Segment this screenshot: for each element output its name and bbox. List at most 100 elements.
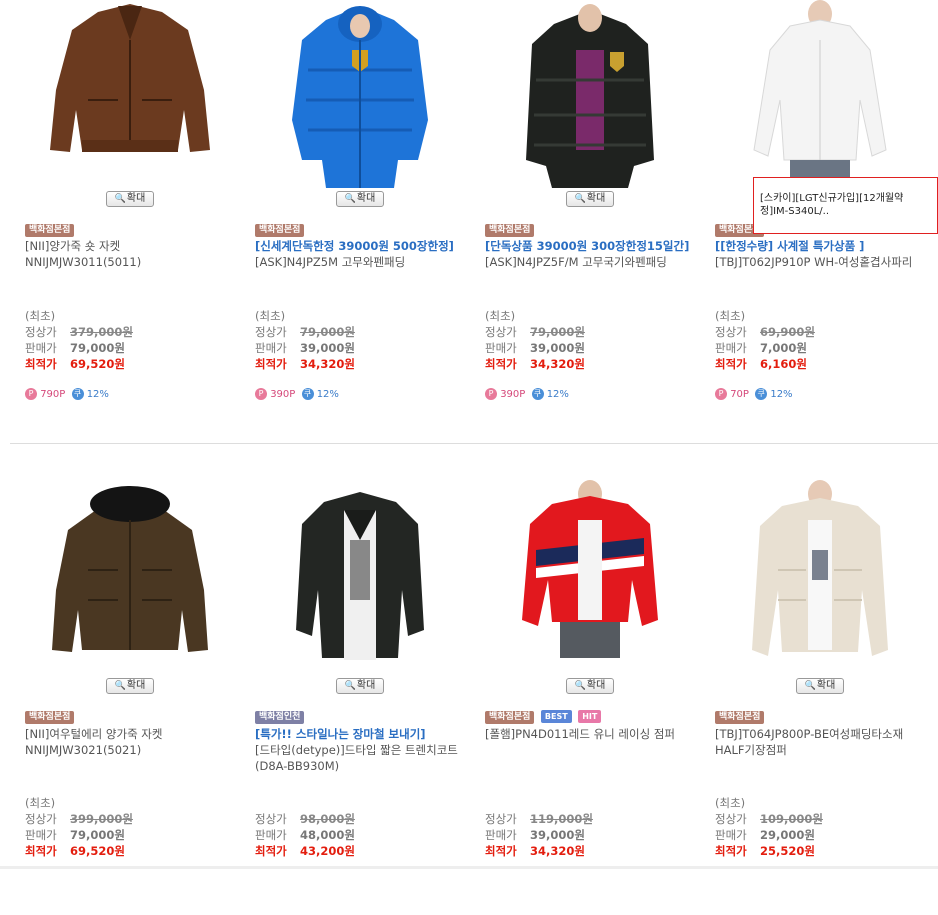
badge-group: 백화점본점 BEST HIT [485, 709, 604, 724]
sale-price-row: 판매가 29,000원 [715, 828, 815, 842]
row-divider [10, 443, 938, 444]
product-title[interactable]: [TBJ]T064JP800P-BE여성패딩타소재HALF기장점퍼 [715, 726, 927, 758]
product-title[interactable]: [단독상품 39000원 300장한정15일간] [ASK]N4JPZ5F/M … [485, 238, 697, 270]
best-price-row: 최적가 34,320원 [485, 844, 585, 858]
sale-price-row: 판매가 48,000원 [255, 828, 355, 842]
store-badge: 백화점본점 [485, 224, 535, 237]
point-icon: P [25, 388, 37, 400]
list-price: 98,000원 [300, 812, 355, 826]
product-title[interactable]: [NII]양가죽 숏 자켓 NNIJMJW3011(5011) [25, 238, 237, 270]
zoom-button[interactable]: 🔍확대 [336, 678, 384, 694]
list-price-row: 정상가 79,000원 [485, 325, 585, 339]
best-price: 6,160원 [760, 357, 807, 371]
product-card: 🔍확대 백화점본점 [TBJ]T064JP800P-BE여성패딩타소재HALF기… [710, 475, 930, 915]
list-price: 79,000원 [300, 325, 355, 339]
list-price-row: 정상가 379,000원 [25, 325, 133, 339]
product-name[interactable]: [폴햄]PN4D011레드 유니 레이싱 점퍼 [485, 726, 697, 742]
best-price: 43,200원 [300, 844, 355, 858]
zoom-button[interactable]: 🔍확대 [796, 678, 844, 694]
best-price-row: 최적가 69,520원 [25, 844, 125, 858]
badge-group: 백화점본점 [255, 222, 307, 237]
product-image-black-padding[interactable] [498, 0, 682, 188]
store-badge: 백화점본점 [25, 711, 75, 724]
product-name[interactable]: [TBJ]T064JP800P-BE여성패딩타소재HALF기장점퍼 [715, 726, 927, 758]
price-block: (최초) 정상가 109,000원 판매가 29,000원 최적가 25,520원 [715, 795, 925, 859]
sale-price-row: 판매가 39,000원 [485, 828, 585, 842]
magnifier-icon: 🔍 [114, 681, 126, 691]
coupon-value: 12% [770, 389, 793, 400]
product-name[interactable]: [NII]여우털에리 양가죽 자켓 NNIJMJW3021(5021) [25, 726, 237, 758]
product-name[interactable]: [NII]양가죽 숏 자켓 NNIJMJW3011(5011) [25, 238, 237, 270]
magnifier-icon: 🔍 [114, 194, 126, 204]
price-block: (최초) 정상가 79,000원 판매가 39,000원 최적가 34,320원 [255, 308, 465, 372]
perks: P 390P 쿠 12% [485, 388, 569, 400]
zoom-button[interactable]: 🔍확대 [106, 191, 154, 207]
magnifier-icon: 🔍 [344, 194, 356, 204]
product-name[interactable]: [ASK]N4JPZ5F/M 고무국기와펜패딩 [485, 254, 697, 270]
best-price-row: 최적가 69,520원 [25, 357, 125, 371]
product-image-blue-padding[interactable] [268, 0, 452, 188]
points-value: 390P [270, 389, 296, 400]
product-image-leather-jacket[interactable] [38, 0, 222, 188]
points-value: 70P [730, 389, 749, 400]
best-price: 34,320원 [530, 844, 585, 858]
price-block: (최초) 정상가 69,900원 판매가 7,000원 최적가 6,160원 [715, 308, 925, 372]
perks: P 790P 쿠 12% [25, 388, 109, 400]
product-title[interactable]: [특가!! 스타일나는 장마철 보내기] [드타입(detype)]드타입 짧은… [255, 726, 467, 774]
price-block: (최초) 정상가 79,000원 판매가 39,000원 최적가 34,320원 [485, 308, 695, 372]
product-name[interactable]: [ASK]N4JPZ5M 고무와펜패딩 [255, 254, 467, 270]
product-row-2: 🔍확대 백화점본점 [NII]여우털에리 양가죽 자켓 NNIJMJW3021(… [0, 475, 938, 915]
min-label: (최초) [715, 796, 746, 810]
hover-tooltip: [스카이][LGT신규가입][12개월약정]IM-S340L/.. [753, 177, 938, 234]
list-price: 119,000원 [530, 812, 593, 826]
product-title[interactable]: [신세계단독한정 39000원 500장한정] [ASK]N4JPZ5M 고무와… [255, 238, 467, 270]
list-price-row: 정상가 399,000원 [25, 812, 133, 826]
product-image-white-safari[interactable] [728, 0, 912, 188]
coupon-value: 12% [86, 389, 109, 400]
magnifier-icon: 🔍 [574, 681, 586, 691]
min-label: (최초) [715, 309, 746, 323]
product-image-trench-coat[interactable] [268, 480, 452, 668]
min-label: (최초) [25, 796, 56, 810]
product-promo[interactable]: [특가!! 스타일나는 장마철 보내기] [255, 726, 467, 742]
product-name[interactable]: [드타입(detype)]드타입 짧은 트렌치코트(D8A-BB930M) [255, 742, 467, 774]
magnifier-icon: 🔍 [804, 681, 816, 691]
hit-badge: HIT [578, 710, 602, 723]
sale-price: 79,000원 [70, 828, 125, 842]
point-icon: P [485, 388, 497, 400]
product-title[interactable]: [[한정수량] 사계절 특가상품 ] [TBJ]T062JP910P WH-여성… [715, 238, 927, 270]
product-image-red-racing-jumper[interactable] [498, 480, 682, 668]
product-image-fur-collar-jacket[interactable] [38, 480, 222, 668]
min-label: (최초) [485, 309, 516, 323]
product-image-beige-padding[interactable] [728, 480, 912, 668]
zoom-button[interactable]: 🔍확대 [566, 191, 614, 207]
product-promo[interactable]: [단독상품 39000원 300장한정15일간] [485, 238, 697, 254]
sale-price: 79,000원 [70, 341, 125, 355]
list-price: 399,000원 [70, 812, 133, 826]
best-price-row: 최적가 34,320원 [255, 357, 355, 371]
sale-price-row: 판매가 39,000원 [485, 341, 585, 355]
coupon-icon: 쿠 [71, 388, 84, 400]
product-title[interactable]: [NII]여우털에리 양가죽 자켓 NNIJMJW3021(5021) [25, 726, 237, 758]
sale-price: 39,000원 [300, 341, 355, 355]
sale-price: 48,000원 [300, 828, 355, 842]
product-promo[interactable]: [신세계단독한정 39000원 500장한정] [255, 238, 467, 254]
list-price: 109,000원 [760, 812, 823, 826]
product-promo[interactable]: [[한정수량] 사계절 특가상품 ] [715, 238, 927, 254]
coupon-icon: 쿠 [301, 388, 314, 400]
badge-group: 백화점본점 [25, 709, 77, 724]
zoom-button[interactable]: 🔍확대 [336, 191, 384, 207]
coupon-icon: 쿠 [755, 388, 768, 400]
sale-price: 39,000원 [530, 828, 585, 842]
sale-price: 39,000원 [530, 341, 585, 355]
product-title[interactable]: [폴햄]PN4D011레드 유니 레이싱 점퍼 [485, 726, 697, 742]
price-block: (최초) 정상가 379,000원 판매가 79,000원 최적가 69,520원 [25, 308, 235, 372]
best-price-row: 최적가 34,320원 [485, 357, 585, 371]
best-price-row: 최적가 43,200원 [255, 844, 355, 858]
zoom-button[interactable]: 🔍확대 [566, 678, 614, 694]
product-name[interactable]: [TBJ]T062JP910P WH-여성홑겹사파리 [715, 254, 927, 270]
price-block: (최초) 정상가 399,000원 판매가 79,000원 최적가 69,520원 [25, 795, 235, 859]
perks: P 390P 쿠 12% [255, 388, 339, 400]
best-price: 25,520원 [760, 844, 815, 858]
zoom-button[interactable]: 🔍확대 [106, 678, 154, 694]
